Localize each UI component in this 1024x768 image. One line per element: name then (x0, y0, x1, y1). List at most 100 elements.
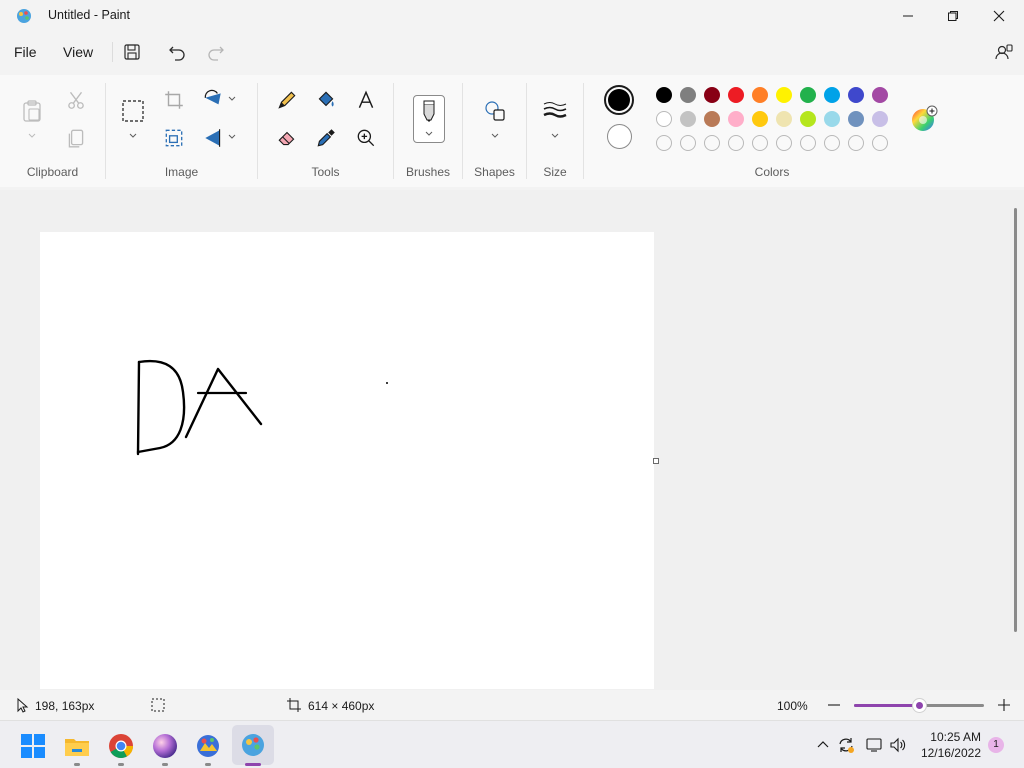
taskbar-clock[interactable]: 10:25 AM 12/16/2022 (921, 729, 981, 761)
palette-color-swatch[interactable] (680, 87, 696, 103)
palette-color-swatch[interactable] (824, 111, 840, 127)
chevron-up-icon[interactable] (814, 736, 832, 754)
palette-color-swatch[interactable] (656, 87, 672, 103)
drawing-canvas[interactable] (40, 232, 654, 689)
orb-running-indicator (162, 763, 168, 766)
brushes-button[interactable] (413, 95, 445, 143)
custom-color-slot[interactable] (776, 135, 792, 151)
custom-color-slot[interactable] (872, 135, 888, 151)
paste-icon[interactable] (21, 99, 43, 123)
size-chevron-icon[interactable] (551, 133, 559, 139)
palette-color-swatch[interactable] (728, 111, 744, 127)
zoom-slider[interactable] (854, 699, 984, 712)
sync-icon[interactable] (837, 736, 855, 754)
shapes-chevron-icon[interactable] (491, 133, 499, 139)
brushes-chevron-icon (425, 131, 433, 136)
zoom-level[interactable]: 100% (777, 699, 808, 713)
palette-color-swatch[interactable] (656, 111, 672, 127)
chrome-icon[interactable] (108, 733, 134, 759)
paint-taskbar-button[interactable] (232, 725, 274, 765)
zoom-slider-fill (854, 704, 919, 707)
shapes-icon[interactable] (483, 99, 507, 123)
maximize-button[interactable] (930, 0, 976, 32)
magnifier-icon[interactable] (355, 127, 377, 149)
vertical-scrollbar[interactable] (1014, 208, 1017, 632)
minimize-button[interactable] (885, 0, 931, 32)
share-icon[interactable] (994, 42, 1014, 62)
selection-size-icon (151, 698, 165, 712)
custom-color-slot[interactable] (824, 135, 840, 151)
custom-color-slot[interactable] (800, 135, 816, 151)
palette-color-swatch[interactable] (872, 87, 888, 103)
palette-color-swatch[interactable] (776, 111, 792, 127)
resize-icon[interactable] (163, 127, 185, 149)
palette-color-swatch[interactable] (800, 111, 816, 127)
palette-color-swatch[interactable] (848, 87, 864, 103)
rotate-icon[interactable] (202, 89, 224, 111)
image-label: Image (164, 165, 199, 179)
windows-start-icon[interactable] (20, 733, 46, 759)
redo-icon[interactable] (206, 42, 226, 62)
edit-colors-icon[interactable] (910, 105, 938, 133)
palette-color-swatch[interactable] (800, 87, 816, 103)
palette-color-swatch[interactable] (752, 111, 768, 127)
size-icon[interactable] (542, 99, 568, 121)
palette-color-swatch[interactable] (776, 87, 792, 103)
volume-icon[interactable] (889, 736, 907, 754)
close-button[interactable] (976, 0, 1022, 32)
custom-color-slot[interactable] (704, 135, 720, 151)
palette-color-swatch[interactable] (728, 87, 744, 103)
custom-color-slot[interactable] (680, 135, 696, 151)
select-icon[interactable] (121, 99, 145, 123)
palette-color-swatch[interactable] (824, 87, 840, 103)
cursor-position: 198, 163px (35, 699, 95, 713)
status-bar: 198, 163px 614 × 460px 100% (0, 690, 1024, 720)
primary-color-button[interactable] (604, 85, 634, 115)
eraser-icon[interactable] (276, 127, 298, 149)
copy-icon[interactable] (65, 127, 87, 149)
crop-icon[interactable] (163, 89, 185, 111)
custom-color-slot[interactable] (752, 135, 768, 151)
size-group: Size (527, 75, 583, 187)
custom-color-slot[interactable] (656, 135, 672, 151)
save-icon[interactable] (122, 42, 142, 62)
canvas-resize-handle[interactable] (653, 458, 659, 464)
zoom-out-icon[interactable] (826, 697, 842, 713)
menu-file[interactable]: File (14, 44, 37, 60)
palette-color-swatch[interactable] (848, 111, 864, 127)
flip-icon[interactable] (202, 127, 224, 149)
tools-group: Tools (258, 75, 393, 187)
palette-color-swatch[interactable] (680, 111, 696, 127)
rotate-chevron-icon[interactable] (228, 96, 236, 102)
paste-chevron-icon[interactable] (28, 133, 36, 139)
window-title: Untitled - Paint (48, 8, 130, 22)
clipboard-group: Clipboard (0, 75, 105, 187)
network-icon[interactable] (865, 736, 883, 754)
orb-app-icon[interactable] (152, 733, 178, 759)
text-icon[interactable] (355, 89, 377, 111)
secondary-color-button[interactable] (607, 124, 632, 149)
photos-app-icon[interactable] (195, 733, 221, 759)
fill-icon[interactable] (315, 89, 337, 111)
custom-color-slot[interactable] (848, 135, 864, 151)
undo-icon[interactable] (167, 42, 187, 62)
colors-label: Colors (754, 165, 790, 179)
cut-icon[interactable] (65, 89, 87, 111)
zoom-slider-thumb[interactable] (913, 699, 926, 712)
pencil-icon[interactable] (276, 89, 298, 111)
flip-chevron-icon[interactable] (228, 134, 236, 140)
menu-view[interactable]: View (63, 44, 93, 60)
palette-color-swatch[interactable] (704, 87, 720, 103)
palette-color-swatch[interactable] (872, 111, 888, 127)
cursor-icon (17, 697, 29, 713)
custom-color-slot[interactable] (728, 135, 744, 151)
palette-color-swatch[interactable] (704, 111, 720, 127)
paint-active-indicator (245, 763, 261, 766)
zoom-in-icon[interactable] (996, 697, 1012, 713)
color-picker-icon[interactable] (315, 127, 337, 149)
notification-badge[interactable]: 1 (988, 737, 1004, 753)
brushes-label: Brushes (405, 165, 451, 179)
file-explorer-icon[interactable] (64, 733, 90, 759)
select-chevron-icon[interactable] (129, 133, 137, 139)
palette-color-swatch[interactable] (752, 87, 768, 103)
